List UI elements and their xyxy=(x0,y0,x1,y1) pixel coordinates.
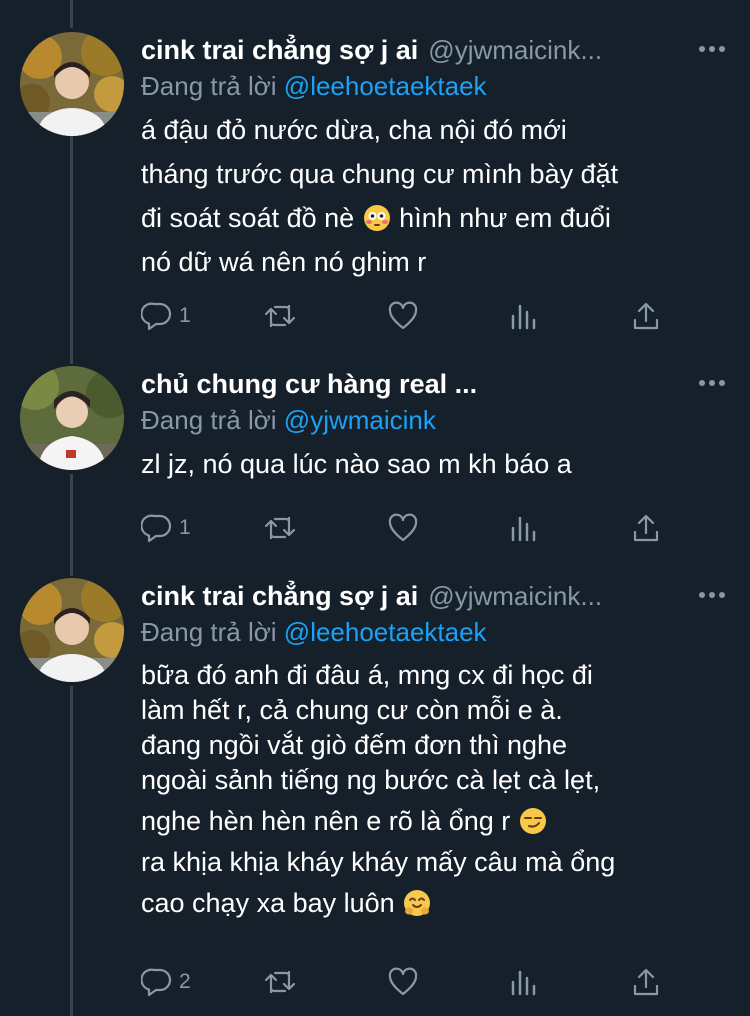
replying-label: Đang trả lời xyxy=(141,71,277,101)
username-handle[interactable]: @yjwmaicink... xyxy=(428,581,602,612)
replying-to: Đang trả lời @leehoetaektaek xyxy=(141,614,731,650)
tweet-line: làm hết r, cả chung cư còn mỗi e à. xyxy=(141,695,563,725)
username-handle[interactable]: @yjwmaicink... xyxy=(428,35,602,66)
more-options-icon[interactable] xyxy=(694,34,730,64)
mention-link[interactable]: @leehoetaektaek xyxy=(284,617,487,647)
share-icon xyxy=(633,302,659,330)
tweet-line: ra khịa khịa kháy kháy mấy câu mà ổng xyxy=(141,847,616,877)
heart-icon xyxy=(388,301,418,330)
retweet-icon xyxy=(264,970,296,994)
reply-button[interactable]: 1 xyxy=(141,510,191,546)
tweet-1[interactable]: cink trai chẳng sợ j ai @yjwmaicink... Đ… xyxy=(0,32,750,362)
share-icon xyxy=(633,968,659,996)
reply-icon xyxy=(141,302,172,331)
hugging-face-emoji xyxy=(404,890,431,916)
replying-to: Đang trả lời @yjwmaicink xyxy=(141,402,731,438)
share-icon xyxy=(633,514,659,542)
tweet-line-part: cao chạy xa bay luôn xyxy=(141,888,395,918)
analytics-button[interactable] xyxy=(509,510,539,546)
tweet-3[interactable]: cink trai chẳng sợ j ai @yjwmaicink... Đ… xyxy=(0,578,750,1016)
reply-count: 2 xyxy=(179,970,191,993)
reply-count: 1 xyxy=(179,304,191,327)
tweet-line: á đậu đỏ nước dừa, cha nội đó mới xyxy=(141,115,567,145)
thread-line-top xyxy=(70,0,73,28)
tweet-text: zl jz, nó qua lúc nào sao m kh báo a xyxy=(141,442,731,486)
replying-label: Đang trả lời xyxy=(141,617,277,647)
smirking-face-emoji xyxy=(519,808,546,834)
display-name[interactable]: cink trai chẳng sợ j ai xyxy=(141,581,418,612)
reply-count: 1 xyxy=(179,516,191,539)
tweet-line: đang ngồi vắt giò đếm đơn thì nghe xyxy=(141,730,568,760)
tweet-line-part: hình như em đuổi xyxy=(391,203,611,233)
reply-icon xyxy=(141,968,172,997)
tweet-2[interactable]: chủ chung cư hàng real ... Đang trả lời … xyxy=(0,366,750,576)
avatar[interactable] xyxy=(20,366,124,470)
tweet-line: nghe hèn hèn nên e rõ là ổng r xyxy=(141,804,731,839)
tweet-line: zl jz, nó qua lúc nào sao m kh báo a xyxy=(141,449,572,479)
display-name[interactable]: chủ chung cư hàng real ... xyxy=(141,369,477,400)
heart-icon xyxy=(388,513,418,542)
share-button[interactable] xyxy=(631,298,661,334)
tweet-line-part: đi soát soát đồ nè xyxy=(141,203,355,233)
reply-icon xyxy=(141,514,172,543)
reply-button[interactable]: 1 xyxy=(141,298,191,334)
analytics-icon xyxy=(511,970,536,996)
tweet-text: á đậu đỏ nước dừa, cha nội đó mới tháng … xyxy=(141,108,731,284)
replying-label: Đang trả lời xyxy=(141,405,277,435)
reply-button[interactable]: 2 xyxy=(141,964,191,1000)
share-button[interactable] xyxy=(631,510,661,546)
tweet-actions: 2 xyxy=(141,964,671,1000)
retweet-icon xyxy=(264,516,296,540)
like-button[interactable] xyxy=(387,298,419,334)
like-button[interactable] xyxy=(387,964,419,1000)
flushed-face-emoji xyxy=(363,205,390,231)
analytics-icon xyxy=(511,304,536,330)
mention-link[interactable]: @yjwmaicink xyxy=(284,405,436,435)
tweet-line: bữa đó anh đi đâu á, mng cx đi học đi xyxy=(141,660,593,690)
analytics-button[interactable] xyxy=(509,964,539,1000)
replying-to: Đang trả lời @leehoetaektaek xyxy=(141,68,731,104)
retweet-button[interactable] xyxy=(263,298,297,334)
analytics-icon xyxy=(511,516,536,542)
analytics-button[interactable] xyxy=(509,298,539,334)
display-name[interactable]: cink trai chẳng sợ j ai xyxy=(141,35,418,66)
retweet-icon xyxy=(264,304,296,328)
avatar[interactable] xyxy=(20,578,124,682)
tweet-line: tháng trước qua chung cư mình bày đặt xyxy=(141,159,619,189)
tweet-actions: 1 xyxy=(141,298,671,334)
tweet-actions: 1 xyxy=(141,510,671,546)
mention-link[interactable]: @leehoetaektaek xyxy=(284,71,487,101)
more-options-icon[interactable] xyxy=(694,368,730,398)
share-button[interactable] xyxy=(631,964,661,1000)
tweet-line: đi soát soát đồ nè hình như em đuổi xyxy=(141,196,731,240)
tweet-line-part: nghe hèn hèn nên e rõ là ổng r xyxy=(141,806,511,836)
tweet-line: cao chạy xa bay luôn xyxy=(141,886,731,921)
more-options-icon[interactable] xyxy=(694,580,730,610)
tweet-line: ngoài sảnh tiếng ng bước cà lẹt cà lẹt, xyxy=(141,765,601,795)
like-button[interactable] xyxy=(387,510,419,546)
retweet-button[interactable] xyxy=(263,964,297,1000)
heart-icon xyxy=(388,967,418,996)
tweet-line: nó dữ wá nên nó ghim r xyxy=(141,247,427,277)
avatar[interactable] xyxy=(20,32,124,136)
retweet-button[interactable] xyxy=(263,510,297,546)
tweet-text: bữa đó anh đi đâu á, mng cx đi học đi là… xyxy=(141,658,731,921)
